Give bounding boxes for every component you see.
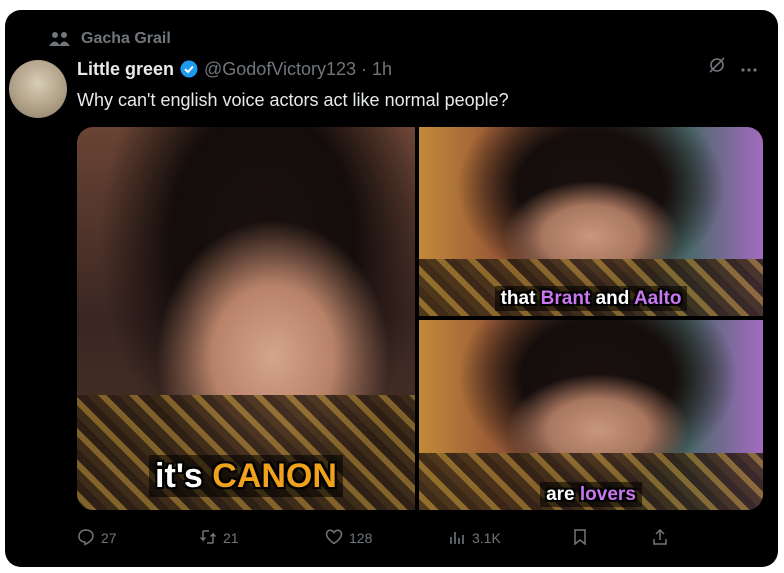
media-image-2[interactable]: that Brant and Aalto [419,127,763,316]
repost-count: 21 [223,530,239,546]
media-image-3[interactable]: are lovers [419,320,763,510]
heart-icon [325,528,343,549]
caption-highlight: Aalto [633,288,682,309]
caption-word: are [546,484,575,505]
view-count: 3.1K [472,530,501,546]
views-chart-icon [448,528,466,549]
share-button[interactable] [651,526,669,550]
reply-icon [77,528,95,549]
author-name[interactable]: Little green [77,59,174,80]
avatar[interactable] [9,60,67,118]
image-caption-3: are lovers [419,482,763,507]
repost-icon [199,528,217,549]
verified-badge-icon [180,60,198,78]
community-label[interactable]: Gacha Grail [49,30,171,48]
like-button[interactable]: 128 [325,526,372,550]
like-count: 128 [349,530,373,546]
reply-button[interactable]: 27 [77,526,117,550]
media-image-1[interactable]: it's CANON [77,127,415,510]
caption-word: and [595,288,630,309]
post-text: Why can't english voice actors act like … [77,90,509,110]
header-actions [708,56,758,79]
caption-highlight: CANON [212,457,337,495]
post-media-grid: it's CANON that Brant and Aalto are love… [77,127,763,510]
grok-icon[interactable] [708,56,726,79]
separator: · [361,58,368,79]
caption-word: it's [155,457,203,495]
post-header: Little green @GodofVictory123 · 1h [77,56,758,82]
caption-highlight: Brant [540,288,591,309]
post-time[interactable]: 1h [372,59,392,80]
caption-highlight: lovers [579,484,636,505]
views-button[interactable]: 3.1K [448,526,501,550]
reply-count: 27 [101,530,117,546]
author-handle[interactable]: @GodofVictory123 [204,59,356,80]
bookmark-icon [571,528,589,549]
share-icon [651,528,669,549]
post-card[interactable]: Gacha Grail Little green @GodofVictory12… [5,10,778,567]
more-options-icon[interactable] [740,57,758,78]
bookmark-button[interactable] [571,526,589,550]
community-name: Gacha Grail [81,30,171,47]
action-bar: 27 21 128 3.1K [77,526,677,550]
image-caption-1: it's CANON [77,455,415,497]
image-caption-2: that Brant and Aalto [419,286,763,311]
caption-word: that [500,288,536,309]
community-icon [49,31,71,47]
repost-button[interactable]: 21 [199,526,239,550]
